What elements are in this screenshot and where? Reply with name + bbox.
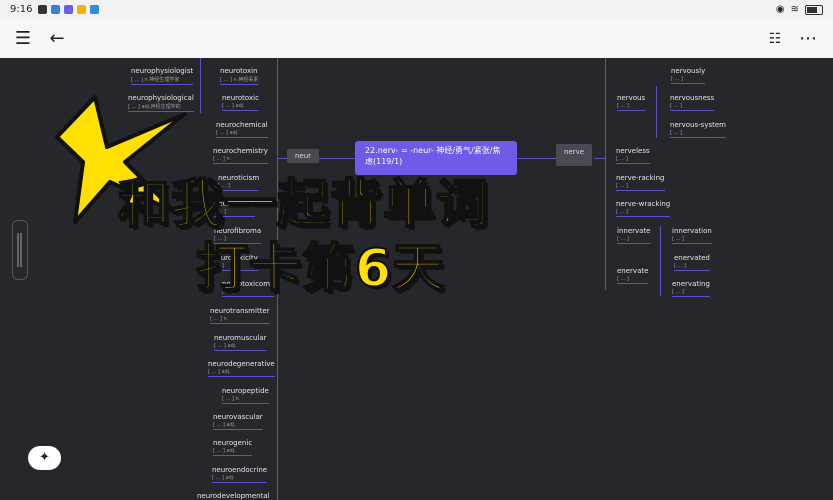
app-icon-cyan <box>90 5 99 14</box>
connector <box>656 86 657 138</box>
eye-icon: ◉ <box>775 4 785 15</box>
app-icon-blue <box>51 5 60 14</box>
connector <box>660 226 661 296</box>
word-node[interactable]: neurotransmitter[ ... ] n. <box>210 307 270 324</box>
word-node[interactable]: nervous[ ... ] <box>617 94 646 111</box>
connector <box>517 158 557 159</box>
center-node-title: 22.nerv- = -neur- 神经/勇气/紧张/焦 <box>365 146 501 155</box>
wifi-icon: ≋ <box>790 4 799 15</box>
notification-icon <box>38 5 47 14</box>
app-icon-yellow <box>77 5 86 14</box>
app-icon-purple <box>64 5 73 14</box>
word-node[interactable]: neurodegenerative[ ... ] adj. <box>208 360 275 377</box>
outline-list-icon[interactable]: ☷ <box>762 26 788 52</box>
drag-handle[interactable] <box>12 220 28 280</box>
more-dots-icon[interactable]: ⋯ <box>795 26 821 52</box>
word-node[interactable]: nervousness[ ... ] <box>670 94 715 111</box>
status-bar: 9:16 ◉ ≋ <box>0 0 833 20</box>
tag-nerve[interactable]: nerve <box>556 144 593 166</box>
word-node[interactable]: neurotoxin[ ... ] n.神经毒素 <box>220 67 259 85</box>
word-node[interactable]: innervate[ ... ] <box>617 227 651 244</box>
word-node[interactable]: enervate[ ... ] <box>617 267 649 284</box>
word-node[interactable]: neurovascular[ ... ] adj. <box>213 413 263 430</box>
word-node[interactable]: neuromuscular[ ... ] adj. <box>214 334 267 351</box>
hamburger-menu-icon[interactable]: ☰ <box>10 26 36 52</box>
word-node[interactable]: innervation[ ... ] <box>672 227 712 244</box>
back-arrow-icon[interactable]: ← <box>44 26 70 52</box>
word-node[interactable]: neurogenic[ ... ] adj. <box>213 439 253 456</box>
word-node[interactable]: nervously[ ... ] <box>671 67 706 84</box>
word-node[interactable]: neurotoxic[ ... ] adj. <box>222 94 259 111</box>
status-time: 9:16 <box>10 4 33 15</box>
word-node[interactable]: nerveless[ ... ] <box>616 147 650 164</box>
word-node[interactable]: nerve-racking[ ... ] <box>616 174 665 191</box>
magic-wand-icon[interactable]: ✦ <box>28 446 61 470</box>
connector <box>200 58 201 113</box>
word-node[interactable]: nerve-wracking[ ... ] <box>616 200 671 217</box>
status-app-icons <box>38 5 99 14</box>
app-bar: ☰ ← ☷ ⋯ <box>0 20 833 59</box>
word-node[interactable]: neuroendocrine[ ... ] adj. <box>212 466 268 483</box>
word-node[interactable]: nervous-system[ ... ] <box>670 121 726 138</box>
word-node[interactable]: neuropeptide[ ... ] n. <box>222 387 269 404</box>
word-node[interactable]: neurochemical[ ... ] adj. <box>216 121 268 138</box>
word-node[interactable]: neurodevelopmental[ ... ] <box>197 492 270 500</box>
status-right: ◉ ≋ <box>776 4 823 15</box>
word-node[interactable]: enervating[ ... ] <box>672 280 710 297</box>
connector <box>605 58 606 290</box>
overlay-title-line2: 打卡第6天 <box>195 238 446 300</box>
word-node[interactable]: neurophysiologist[ ... ] n.神经生理学家 <box>131 67 194 85</box>
tag-neur[interactable]: neur <box>287 149 320 163</box>
battery-icon <box>805 4 823 15</box>
word-node[interactable]: enervated[ ... ] <box>674 254 710 271</box>
word-node[interactable]: neurochemistry[ ... ] n. <box>213 147 268 164</box>
